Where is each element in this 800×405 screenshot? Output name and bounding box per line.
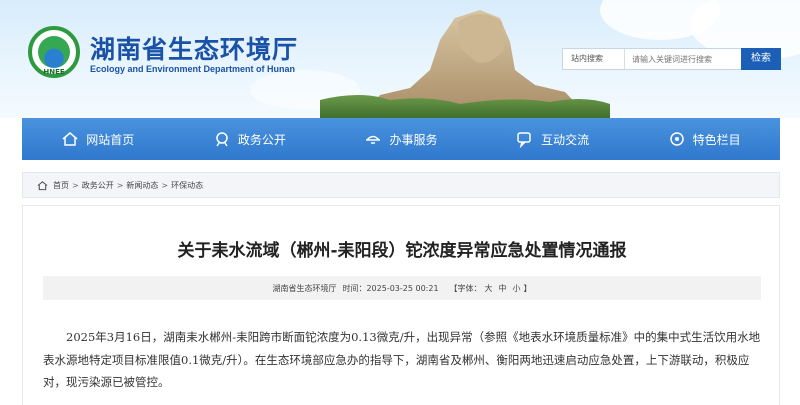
home-icon bbox=[61, 130, 79, 148]
article-time-label: 时间： bbox=[342, 283, 367, 293]
search-input[interactable] bbox=[626, 49, 742, 69]
article-source: 湖南省生态环境厅 bbox=[272, 283, 337, 293]
nav-item-label: 网站首页 bbox=[86, 132, 135, 147]
search-scope-select[interactable]: 站内搜索 bbox=[563, 49, 625, 69]
article-time: 2025-03-25 00:21 bbox=[366, 283, 439, 293]
breadcrumb-env-news[interactable]: 环保动态 bbox=[171, 180, 203, 191]
nav-item-label: 办事服务 bbox=[389, 132, 438, 147]
nav-item-government[interactable]: 政务公开 bbox=[174, 118, 326, 160]
earth-icon bbox=[38, 36, 70, 68]
home-icon[interactable] bbox=[37, 180, 48, 191]
font-size-medium[interactable]: 中 bbox=[499, 283, 507, 294]
font-size-close: 】 bbox=[523, 283, 532, 293]
service-icon bbox=[364, 130, 382, 148]
article-title: 关于耒水流域（郴州-耒阳段）铊浓度异常应急处置情况通报 bbox=[177, 241, 627, 261]
breadcrumb-separator: > bbox=[116, 180, 124, 190]
site-subtitle: Ecology and Environment Department of Hu… bbox=[90, 64, 296, 74]
font-size-large[interactable]: 大 bbox=[485, 283, 493, 294]
breadcrumb-news[interactable]: 新闻动态 bbox=[126, 180, 158, 191]
nav-item-featured[interactable]: 特色栏目 bbox=[628, 118, 780, 160]
search-box: 站内搜索 检索 bbox=[562, 48, 781, 70]
article-body: 2025年3月16日，湖南耒水郴州-耒阳跨市断面铊浓度为0.13微克/升，出现异… bbox=[43, 330, 761, 389]
nav-item-label: 政务公开 bbox=[237, 132, 286, 147]
font-size-small[interactable]: 小 bbox=[513, 283, 521, 294]
breadcrumb-government[interactable]: 政务公开 bbox=[82, 180, 114, 191]
site-title[interactable]: 湖南省生态环境厅 bbox=[90, 30, 298, 66]
breadcrumb-separator: > bbox=[72, 180, 79, 190]
article-panel: 关于耒水流域（郴州-耒阳段）铊浓度异常应急处置情况通报 湖南省生态环境厅 时间：… bbox=[22, 205, 780, 405]
logo-text: HNEE bbox=[43, 68, 65, 76]
breadcrumb: 首页 > 政务公开 > 新闻动态 > 环保动态 bbox=[22, 172, 780, 198]
breadcrumb-separator: > bbox=[161, 180, 169, 190]
nav-item-service[interactable]: 办事服务 bbox=[325, 118, 477, 160]
chat-icon bbox=[516, 130, 534, 148]
logo-emblem[interactable]: HNEE bbox=[28, 26, 80, 78]
main-nav: 网站首页 政务公开 办事服务 互动交流 特色栏目 bbox=[22, 118, 780, 160]
nav-item-interaction[interactable]: 互动交流 bbox=[477, 118, 629, 160]
feature-icon bbox=[668, 130, 686, 148]
font-size-label: 【字体： bbox=[449, 283, 482, 293]
site-header: HNEE 湖南省生态环境厅 Ecology and Environment De… bbox=[0, 0, 800, 118]
breadcrumb-home[interactable]: 首页 bbox=[53, 180, 69, 191]
government-icon bbox=[213, 130, 231, 148]
nav-item-home[interactable]: 网站首页 bbox=[22, 118, 174, 160]
nav-item-label: 特色栏目 bbox=[692, 132, 741, 147]
nav-item-label: 互动交流 bbox=[541, 132, 590, 147]
search-button[interactable]: 检索 bbox=[741, 48, 781, 70]
article-meta-bar: 湖南省生态环境厅 时间： 2025-03-25 00:21 【字体： 大 中 小… bbox=[43, 276, 761, 300]
